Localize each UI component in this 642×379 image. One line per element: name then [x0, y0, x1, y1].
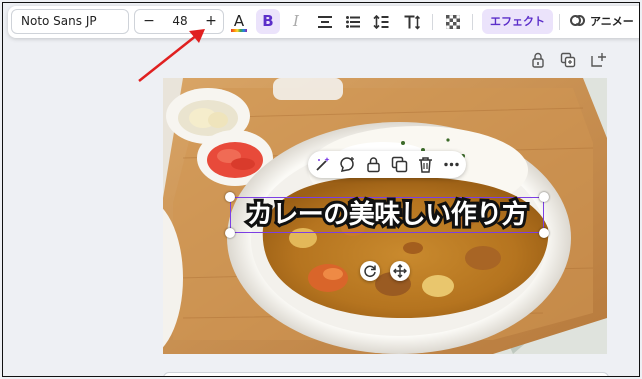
- toolbar-divider: [472, 14, 473, 30]
- comment-icon[interactable]: [339, 156, 356, 173]
- canvas-headline-text[interactable]: カレーの美味しい作り方: [231, 196, 543, 234]
- bullet-list-icon: [346, 15, 360, 28]
- animate-label: アニメー: [590, 15, 634, 28]
- line-spacing-icon: [373, 14, 389, 29]
- rotate-button[interactable]: [360, 261, 380, 281]
- toolbar-divider: [559, 14, 560, 30]
- text-resize-icon: [404, 14, 421, 29]
- toolbar-divider: [432, 14, 433, 30]
- next-page-edge[interactable]: [163, 372, 609, 376]
- duplicate-icon[interactable]: [560, 52, 576, 68]
- move-button[interactable]: [390, 261, 410, 281]
- delete-icon[interactable]: [417, 156, 434, 173]
- rotate-icon: [364, 265, 376, 278]
- font-family-select[interactable]: Noto Sans JP: [11, 9, 129, 34]
- line-spacing-button[interactable]: [370, 9, 392, 34]
- lock-icon[interactable]: [530, 52, 546, 68]
- element-context-toolbar: [308, 151, 466, 178]
- bold-button[interactable]: B: [256, 9, 280, 34]
- editor-frame: Noto Sans JP − 48 + A B I エフェクト アニメー カレー…: [2, 2, 640, 377]
- add-page-icon[interactable]: [590, 52, 606, 68]
- bullet-list-button[interactable]: [342, 9, 364, 34]
- more-icon[interactable]: [443, 156, 460, 173]
- resize-handle-bottom-right[interactable]: [539, 228, 549, 238]
- lock-icon[interactable]: [365, 156, 382, 173]
- color-swatch-bar: [231, 29, 247, 32]
- resize-handle-top-right[interactable]: [539, 192, 549, 202]
- text-color-icon: A: [233, 12, 245, 30]
- transparency-icon: [446, 14, 460, 29]
- italic-button[interactable]: I: [286, 9, 306, 34]
- text-toolbar: Noto Sans JP − 48 + A B I エフェクト アニメー: [8, 6, 639, 38]
- animate-icon-ring: [574, 15, 585, 26]
- annotation-arrow: [138, 29, 205, 82]
- align-center-icon: [318, 15, 332, 28]
- resize-handle-bottom-left[interactable]: [225, 228, 235, 238]
- move-icon: [393, 264, 407, 278]
- effects-button[interactable]: エフェクト: [482, 9, 553, 34]
- transparency-button[interactable]: [442, 9, 464, 34]
- animate-button[interactable]: アニメー: [566, 9, 639, 34]
- bold-icon: B: [262, 12, 274, 30]
- text-resize-button[interactable]: [400, 9, 424, 34]
- duplicate-icon[interactable]: [391, 156, 408, 173]
- magic-edit-icon[interactable]: [314, 156, 331, 173]
- resize-handle-top-left[interactable]: [225, 192, 235, 202]
- align-center-button[interactable]: [314, 9, 336, 34]
- text-color-button[interactable]: A: [228, 9, 250, 34]
- italic-icon: I: [293, 12, 299, 30]
